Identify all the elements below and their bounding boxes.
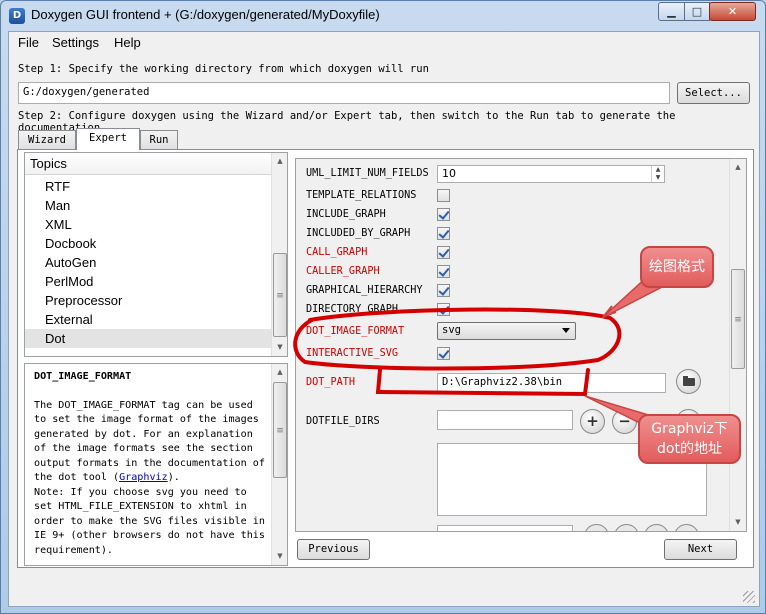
minimize-button[interactable]: ▁ xyxy=(658,2,685,21)
edit-item-button[interactable] xyxy=(644,524,669,531)
dot-path-input[interactable]: D:\Graphviz2.38\bin xyxy=(437,373,666,393)
help-title: DOT_IMAGE_FORMAT xyxy=(34,371,132,382)
next-setting-input[interactable] xyxy=(437,525,573,531)
step1-label: Step 1: Specify the working directory fr… xyxy=(18,63,429,75)
template-relations-label: TEMPLATE_RELATIONS xyxy=(306,190,417,201)
topic-autogen[interactable]: AutoGen xyxy=(25,253,271,272)
format-callout: 绘图格式 xyxy=(640,246,714,288)
help-paragraph: The DOT_IMAGE_FORMAT tag can be used to … xyxy=(34,399,265,484)
scroll-down-icon[interactable]: ▼ xyxy=(272,339,287,356)
topics-header: Topics xyxy=(25,153,271,175)
topic-xml[interactable]: XML xyxy=(25,215,271,234)
topic-rtf[interactable]: RTF xyxy=(25,177,271,196)
topic-preprocessor[interactable]: Preprocessor xyxy=(25,291,271,310)
menu-settings[interactable]: Settings xyxy=(52,35,99,50)
menu-file[interactable]: File xyxy=(18,35,39,50)
included-by-graph-label: INCLUDED_BY_GRAPH xyxy=(306,228,411,239)
scroll-down-icon[interactable]: ▼ xyxy=(272,548,287,565)
dot-image-format-label: DOT_IMAGE_FORMAT xyxy=(306,326,405,337)
graphviz-link[interactable]: Graphviz xyxy=(119,472,168,483)
topics-list: RTF Man XML Docbook AutoGen PerlMod Prep… xyxy=(25,177,271,348)
add-dir-button[interactable]: + xyxy=(580,409,605,434)
interactive-svg-checkbox[interactable] xyxy=(437,347,450,360)
directory-graph-checkbox[interactable] xyxy=(437,303,450,316)
resize-grip-icon[interactable] xyxy=(743,591,755,603)
uml-limit-label: UML_LIMIT_NUM_FIELDS xyxy=(306,168,429,179)
template-relations-checkbox[interactable] xyxy=(437,189,450,202)
topic-man[interactable]: Man xyxy=(25,196,271,215)
call-graph-label: CALL_GRAPH xyxy=(306,247,368,258)
help-panel: DOT_IMAGE_FORMAT The DOT_IMAGE_FORMAT ta… xyxy=(24,363,288,566)
interactive-svg-label: INTERACTIVE_SVG xyxy=(306,348,399,359)
spin-arrows-icon[interactable]: ▲ ▼ xyxy=(651,166,664,182)
chevron-down-icon xyxy=(562,328,570,333)
path-callout: Graphviz下 dot的地址 xyxy=(638,414,741,464)
menu-help[interactable]: Help xyxy=(114,35,141,50)
client-area: File Settings Help Step 1: Specify the w… xyxy=(8,31,760,607)
scroll-thumb[interactable]: ≡ xyxy=(273,382,287,478)
topics-scrollbar[interactable]: ▲ ≡ ▼ xyxy=(271,153,287,356)
next-button[interactable]: Next xyxy=(664,539,737,560)
browse-folder-button[interactable] xyxy=(676,369,701,394)
topic-docbook[interactable]: Docbook xyxy=(25,234,271,253)
select-directory-button[interactable]: Select... xyxy=(677,82,750,104)
call-graph-checkbox[interactable] xyxy=(437,246,450,259)
title-bar[interactable]: D Doxygen GUI frontend + (G:/doxygen/gen… xyxy=(1,1,765,31)
previous-button[interactable]: Previous xyxy=(297,539,370,560)
folder-icon xyxy=(683,376,695,386)
settings-scrollbar[interactable]: ▲ ≡ ▼ xyxy=(729,159,746,531)
topics-list-box: Topics RTF Man XML Docbook AutoGen PerlM… xyxy=(24,152,288,357)
scroll-thumb[interactable]: ≡ xyxy=(731,269,745,369)
main-window: D Doxygen GUI frontend + (G:/doxygen/gen… xyxy=(0,0,766,614)
scroll-up-icon[interactable]: ▲ xyxy=(272,364,287,381)
working-directory-input[interactable]: G:/doxygen/generated xyxy=(18,82,670,104)
close-button[interactable]: ✕ xyxy=(709,2,756,21)
topic-perlmod[interactable]: PerlMod xyxy=(25,272,271,291)
topic-dot[interactable]: Dot xyxy=(25,329,271,348)
uml-limit-spinbox[interactable]: 10 ▲ ▼ xyxy=(437,165,665,183)
window-title: Doxygen GUI frontend + (G:/doxygen/gener… xyxy=(31,7,380,22)
menu-bar: File Settings Help xyxy=(9,32,759,54)
dot-image-format-select[interactable]: svg xyxy=(437,322,576,340)
scroll-thumb[interactable]: ≡ xyxy=(273,253,287,337)
dotfile-dirs-label: DOTFILE_DIRS xyxy=(306,416,380,427)
graphical-hierarchy-checkbox[interactable] xyxy=(437,284,450,297)
caller-graph-checkbox[interactable] xyxy=(437,265,450,278)
remove-dir-button[interactable]: − xyxy=(612,409,637,434)
caller-graph-label: CALLER_GRAPH xyxy=(306,266,380,277)
dotfile-dirs-input[interactable] xyxy=(437,410,573,430)
scroll-down-icon[interactable]: ▼ xyxy=(730,514,746,531)
include-graph-checkbox[interactable] xyxy=(437,208,450,221)
expert-tab-panel: Topics RTF Man XML Docbook AutoGen PerlM… xyxy=(17,149,754,568)
scroll-up-icon[interactable]: ▲ xyxy=(272,153,287,170)
directory-graph-label: DIRECTORY_GRAPH xyxy=(306,304,399,315)
topic-external[interactable]: External xyxy=(25,310,271,329)
scroll-up-icon[interactable]: ▲ xyxy=(730,159,746,176)
help-note: Note: If you choose svg you need to set … xyxy=(34,486,265,556)
remove-item-button[interactable] xyxy=(614,524,639,531)
doxygen-icon: D xyxy=(9,8,25,24)
help-scrollbar[interactable]: ▲ ≡ ▼ xyxy=(271,364,287,565)
include-graph-label: INCLUDE_GRAPH xyxy=(306,209,386,220)
dot-path-label: DOT_PATH xyxy=(306,377,356,388)
add-item-button[interactable] xyxy=(584,524,609,531)
dot-settings-panel: UML_LIMIT_NUM_FIELDS 10 ▲ ▼ TEMPLATE_RELA… xyxy=(295,158,747,532)
tab-wizard[interactable]: Wizard xyxy=(18,130,76,149)
maximize-button[interactable]: □ xyxy=(684,2,710,21)
tab-expert[interactable]: Expert xyxy=(76,128,140,150)
browse-item-button[interactable] xyxy=(674,524,699,531)
tab-run[interactable]: Run xyxy=(140,130,178,149)
graphical-hierarchy-label: GRAPHICAL_HIERARCHY xyxy=(306,285,423,296)
included-by-graph-checkbox[interactable] xyxy=(437,227,450,240)
